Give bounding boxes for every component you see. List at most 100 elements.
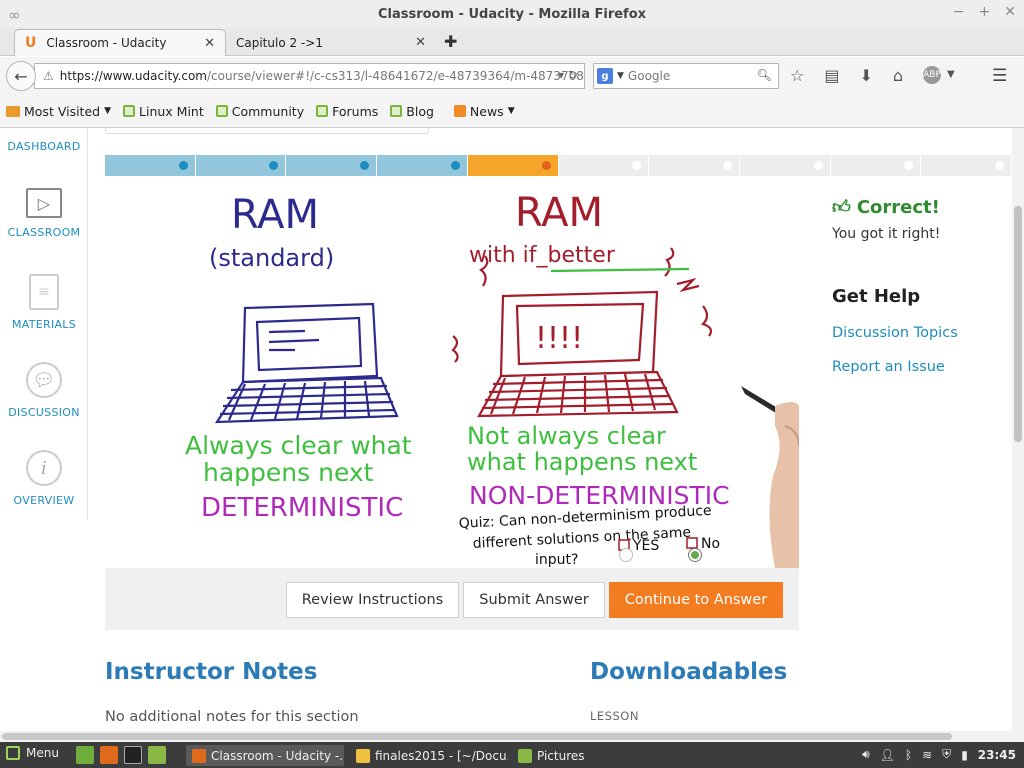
task-finales2015[interactable]: finales2015 - [~/Docu... (350, 745, 508, 766)
search-bar[interactable]: g ▼ Google 🔍︎ (593, 63, 779, 89)
desktop-icon[interactable] (76, 746, 94, 764)
progress-segment-10[interactable] (921, 155, 1012, 176)
progress-segment-4[interactable] (377, 155, 467, 176)
progress-segment-2[interactable] (195, 155, 286, 176)
progress-segment-1[interactable] (105, 155, 195, 176)
left-title: RAM (231, 192, 319, 238)
adblock-icon[interactable]: ABP (923, 66, 942, 84)
sidebar-item-overview[interactable]: i OVERVIEW (0, 450, 88, 507)
search-icon[interactable]: 🔍︎ (757, 68, 772, 82)
bookmark-label: Forums (332, 103, 379, 119)
user-icon[interactable]: 👤︎ (880, 748, 895, 762)
shield-icon[interactable]: ⛨ (942, 747, 951, 762)
download-icon[interactable]: ⬇ (859, 66, 872, 85)
close-window-icon[interactable]: ✕ (1004, 4, 1016, 20)
volume-icon[interactable]: 🔊︎ (862, 747, 870, 762)
url-bar[interactable]: ⚠ https://www.udacity.com /course/viewer… (34, 63, 585, 89)
chevron-down-icon[interactable]: ▼ (947, 69, 955, 85)
url-path: /course/viewer#!/c-cs313/l-48641672/e-48… (206, 69, 584, 83)
network-icon[interactable]: ▮ (961, 748, 968, 762)
reload-icon[interactable]: ▾ ↻ (558, 68, 578, 82)
continue-to-answer-button[interactable]: Continue to Answer (609, 582, 783, 618)
progress-segment-3[interactable] (286, 155, 377, 176)
horizontal-scrollbar[interactable] (0, 731, 1024, 742)
report-issue-link[interactable]: Report an Issue (832, 359, 1012, 375)
chevron-down-icon[interactable]: ▼ (617, 71, 624, 81)
editor-icon (356, 748, 370, 763)
firefox-icon[interactable] (100, 746, 118, 764)
partial-input-box (105, 128, 429, 134)
mint-icon (215, 105, 228, 117)
progress-segment-7[interactable] (649, 155, 739, 176)
bookmark-star-icon[interactable]: ☆ (790, 66, 804, 85)
bookmark-blog[interactable]: Blog (390, 104, 434, 119)
yes-radio-button[interactable] (619, 548, 633, 562)
progress-dot (178, 161, 188, 170)
files-icon[interactable] (148, 746, 166, 764)
chevron-down-icon: ▼ (507, 106, 515, 116)
folder-icon (518, 748, 532, 763)
bookmark-forums[interactable]: Forums (316, 104, 378, 119)
bookmark-most-visited[interactable]: Most Visited ▼ (6, 104, 111, 119)
reading-list-icon[interactable]: ▤ (824, 66, 839, 85)
left-word: DETERMINISTIC (201, 493, 403, 523)
correct-heading: 👍︎ Correct! (832, 196, 1012, 219)
progress-dot (995, 161, 1005, 170)
bookmark-news[interactable]: News ▼ (453, 104, 515, 119)
start-menu-button[interactable]: Menu (6, 746, 59, 760)
downloadables-heading: Downloadables (590, 659, 788, 685)
sidebar-item-dashboard[interactable]: DASHBOARD (0, 140, 88, 153)
progress-segment-5[interactable] (467, 155, 558, 176)
progress-dot (632, 161, 642, 170)
wifi-icon[interactable]: ≋ (922, 748, 932, 762)
task-label: finales2015 - [~/Docu... (375, 748, 508, 763)
sidebar-item-discussion[interactable]: 💬︎ DISCUSSION (0, 362, 88, 419)
sidebar-item-materials[interactable]: ≡ MATERIALS (0, 274, 88, 331)
feedback-panel: 👍︎ Correct! You got it right! Get Help D… (832, 196, 1012, 376)
quiz-yes-label: YES (632, 538, 659, 554)
progress-dot (541, 161, 551, 170)
close-tab-icon[interactable]: ✕ (204, 36, 215, 51)
new-tab-icon[interactable]: ✚ (444, 32, 457, 51)
tab-label: Capitulo 2 ->1 (236, 35, 323, 50)
scrollbar-thumb[interactable] (1014, 206, 1022, 442)
bluetooth-icon[interactable]: ᛒ (905, 748, 912, 762)
sidebar-item-label: CLASSROOM (7, 226, 81, 239)
video-frame[interactable]: RAM (standard) Always clear what happens… (105, 176, 799, 568)
bookmark-label: Linux Mint (139, 103, 204, 119)
task-classroom[interactable]: Classroom - Udacity -... (186, 745, 344, 766)
vertical-scrollbar[interactable] (1012, 128, 1024, 731)
task-pictures[interactable]: Pictures (512, 745, 612, 766)
warning-icon[interactable]: ⚠ (43, 69, 54, 83)
close-tab-icon[interactable]: ✕ (415, 35, 426, 50)
quiz-no-label: No (701, 536, 720, 552)
sidebar-item-label: DASHBOARD (7, 140, 81, 153)
folder-icon (6, 105, 20, 117)
discussion-topics-link[interactable]: Discussion Topics (832, 325, 1012, 341)
progress-segment-9[interactable] (830, 155, 921, 176)
back-button[interactable]: ← (6, 61, 36, 91)
hamburger-menu-icon[interactable]: ☰ (992, 66, 1007, 86)
right-title: RAM (515, 190, 603, 236)
bookmark-linux-mint[interactable]: Linux Mint (123, 104, 204, 119)
mint-icon (316, 105, 329, 117)
tab-classroom[interactable]: U Classroom - Udacity ✕ (14, 29, 226, 56)
google-icon[interactable]: g (597, 68, 613, 84)
tab-capitulo[interactable]: Capitulo 2 ->1 ✕ (226, 29, 436, 56)
udacity-favicon-icon: U (25, 35, 37, 51)
progress-segment-6[interactable] (558, 155, 649, 176)
review-instructions-button[interactable]: Review Instructions (286, 582, 459, 618)
home-icon[interactable]: ⌂ (893, 66, 903, 85)
progress-segment-8[interactable] (739, 155, 830, 176)
maximize-icon[interactable]: + (979, 4, 991, 20)
minimize-icon[interactable]: − (953, 4, 965, 20)
terminal-icon[interactable] (124, 746, 142, 764)
bookmark-community[interactable]: Community (215, 104, 304, 119)
sidebar-item-classroom[interactable]: ▷ CLASSROOM (0, 188, 88, 239)
no-radio-button[interactable] (688, 548, 702, 562)
sidebar-item-label: DISCUSSION (8, 406, 80, 419)
window-menu-icon[interactable]: ∞ (8, 6, 21, 24)
submit-answer-button[interactable]: Submit Answer (463, 582, 605, 618)
scrollbar-thumb[interactable] (2, 733, 952, 740)
instructor-notes-text: No additional notes for this section (105, 709, 359, 725)
